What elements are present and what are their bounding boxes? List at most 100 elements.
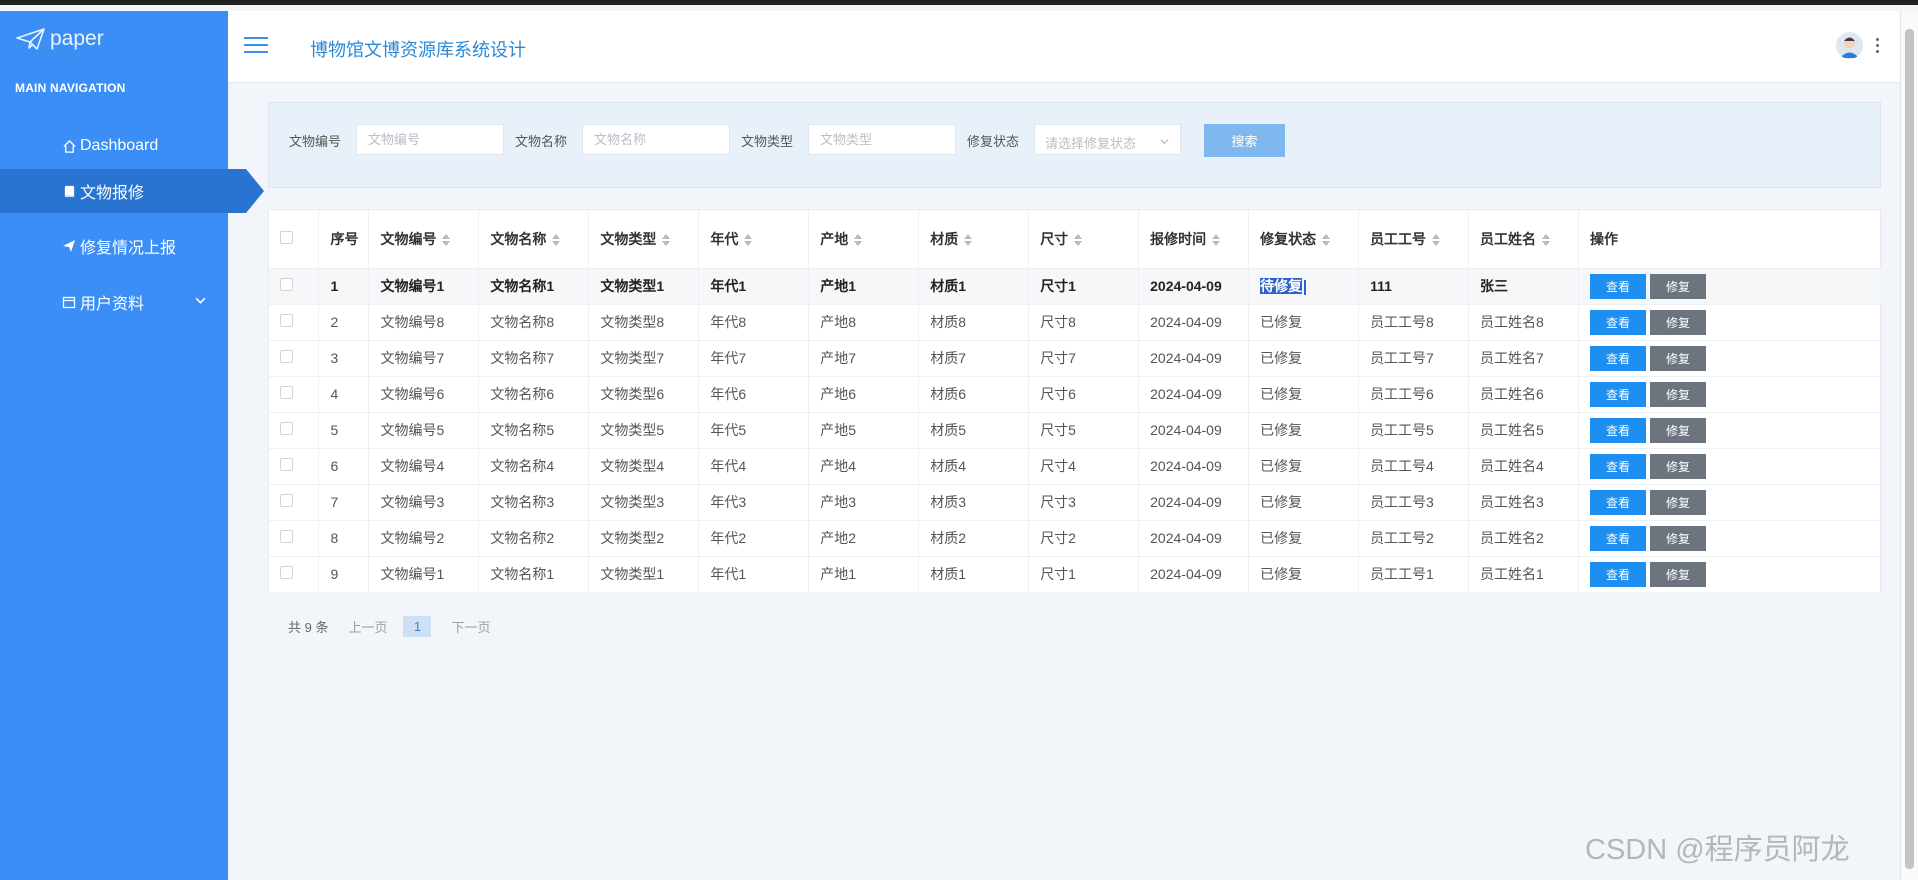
repair-button[interactable]: 修复: [1649, 525, 1706, 551]
row-checkbox[interactable]: [280, 494, 293, 507]
row-checkbox[interactable]: [280, 278, 293, 291]
table-cell: 2: [318, 304, 370, 341]
row-checkbox[interactable]: [280, 422, 293, 435]
table-cell: 年代4: [698, 448, 810, 485]
sort-icon[interactable]: [1542, 234, 1551, 247]
table-row[interactable]: 2 文物编号8 文物名称8 文物类型8 年代8 产地8 材质8 尺寸8 2024-04-09 已修…: [269, 304, 1883, 341]
table-cell: 材质2: [918, 520, 1030, 557]
row-checkbox[interactable]: [280, 458, 293, 471]
sort-icon[interactable]: [1322, 234, 1331, 247]
table-cell: 文物名称5: [478, 412, 590, 449]
col-header[interactable]: 文物名称: [478, 210, 590, 269]
avatar[interactable]: [1836, 32, 1863, 59]
search-button[interactable]: 搜索: [1204, 124, 1285, 157]
menu-toggle-icon[interactable]: [244, 37, 268, 55]
table-cell: 材质8: [918, 304, 1030, 341]
repair-button[interactable]: 修复: [1649, 345, 1706, 371]
nav-heading: MAIN NAVIGATION: [15, 81, 126, 95]
sort-icon[interactable]: [662, 234, 671, 247]
view-button[interactable]: 查看: [1589, 453, 1646, 479]
table-cell: 2024-04-09: [1138, 340, 1250, 377]
sidebar-item-dashboard[interactable]: Dashboard: [0, 124, 228, 168]
row-checkbox[interactable]: [280, 350, 293, 363]
view-button[interactable]: 查看: [1589, 381, 1646, 407]
actions-cell: 查看 修复: [1578, 340, 1883, 377]
repair-button[interactable]: 修复: [1649, 273, 1706, 299]
col-header[interactable]: 年代: [698, 210, 810, 269]
view-button[interactable]: 查看: [1589, 561, 1646, 587]
current-page-button[interactable]: 1: [403, 616, 432, 637]
table-row[interactable]: 8 文物编号2 文物名称2 文物类型2 年代2 产地2 材质2 尺寸2 2024-04-09 已修…: [269, 520, 1883, 557]
col-header[interactable]: 文物编号: [368, 210, 480, 269]
more-options-icon[interactable]: [1876, 38, 1879, 56]
repair-button[interactable]: 修复: [1649, 561, 1706, 587]
artifact-no-input[interactable]: [356, 124, 504, 155]
col-header[interactable]: 员工姓名: [1468, 210, 1579, 269]
col-header[interactable]: 文物类型: [588, 210, 700, 269]
repair-status-select[interactable]: 请选择修复状态: [1034, 124, 1181, 155]
table-row[interactable]: 4 文物编号6 文物名称6 文物类型6 年代6 产地6 材质6 尺寸6 2024-04-09 已修…: [269, 376, 1883, 413]
artifact-name-input[interactable]: [582, 124, 730, 155]
table-cell: 员工工号4: [1358, 448, 1470, 485]
sidebar-item-repair-report[interactable]: 修复情况上报: [0, 224, 228, 268]
sort-icon[interactable]: [442, 234, 451, 247]
repair-button[interactable]: 修复: [1649, 417, 1706, 443]
table-cell: 文物名称6: [478, 376, 590, 413]
sort-icon[interactable]: [1074, 234, 1083, 247]
sort-icon[interactable]: [744, 234, 753, 247]
paper-plane-icon: [16, 28, 45, 50]
table-cell: 文物名称4: [478, 448, 590, 485]
table-cell: 产地6: [808, 376, 920, 413]
view-button[interactable]: 查看: [1589, 525, 1646, 551]
col-header[interactable]: 报修时间: [1138, 210, 1250, 269]
table-cell: 年代2: [698, 520, 810, 557]
row-checkbox[interactable]: [280, 530, 293, 543]
sidebar-item-user-profile[interactable]: 用户资料: [0, 280, 228, 324]
row-checkbox[interactable]: [280, 566, 293, 579]
row-checkbox[interactable]: [280, 386, 293, 399]
table-row[interactable]: 5 文物编号5 文物名称5 文物类型5 年代5 产地5 材质5 尺寸5 2024-04-09 已修…: [269, 412, 1883, 449]
table-cell: 已修复: [1248, 448, 1360, 485]
repair-button[interactable]: 修复: [1649, 453, 1706, 479]
repair-button[interactable]: 修复: [1649, 381, 1706, 407]
artifact-type-input[interactable]: [808, 124, 956, 155]
sort-icon[interactable]: [1212, 234, 1221, 247]
page-scrollbar[interactable]: [1900, 11, 1918, 880]
scrollbar-thumb[interactable]: [1905, 29, 1914, 869]
repair-button[interactable]: 修复: [1649, 309, 1706, 335]
sidebar-item-artifact-repair[interactable]: 文物报修: [0, 169, 264, 213]
table-cell: 文物名称1: [478, 556, 590, 593]
table-row[interactable]: 9 文物编号1 文物名称1 文物类型1 年代1 产地1 材质1 尺寸1 2024-04-09 已修…: [269, 556, 1883, 593]
col-header[interactable]: 产地: [808, 210, 920, 269]
sort-icon[interactable]: [552, 234, 561, 247]
repair-status-placeholder: 请选择修复状态: [1045, 136, 1137, 151]
sort-icon[interactable]: [964, 234, 973, 247]
logo[interactable]: paper: [16, 27, 104, 51]
view-button[interactable]: 查看: [1589, 273, 1646, 299]
sort-icon[interactable]: [1432, 234, 1441, 247]
table-cell: 文物名称3: [478, 484, 590, 521]
repair-button[interactable]: 修复: [1649, 489, 1706, 515]
col-header[interactable]: 材质: [918, 210, 1030, 269]
view-button[interactable]: 查看: [1589, 309, 1646, 335]
table-row[interactable]: 3 文物编号7 文物名称7 文物类型7 年代7 产地7 材质7 尺寸7 2024-04-09 已修…: [269, 340, 1883, 377]
view-button[interactable]: 查看: [1589, 417, 1646, 443]
next-page-link[interactable]: 下一页: [451, 617, 490, 636]
table-cell: 年代8: [698, 304, 810, 341]
table-row[interactable]: 1 文物编号1 文物名称1 文物类型1 年代1 产地1 材质1 尺寸1 2024-04-09 待修…: [269, 268, 1883, 305]
view-button[interactable]: 查看: [1589, 345, 1646, 371]
prev-page-link[interactable]: 上一页: [348, 617, 387, 636]
actions-cell: 查看 修复: [1578, 412, 1883, 449]
sort-icon[interactable]: [854, 234, 863, 247]
table-row[interactable]: 6 文物编号4 文物名称4 文物类型4 年代4 产地4 材质4 尺寸4 2024-04-09 已修…: [269, 448, 1883, 485]
col-header[interactable]: 尺寸: [1028, 210, 1140, 269]
table-row[interactable]: 7 文物编号3 文物名称3 文物类型3 年代3 产地3 材质3 尺寸3 2024-04-09 已修…: [269, 484, 1883, 521]
select-all-checkbox[interactable]: [280, 230, 293, 244]
row-checkbox[interactable]: [280, 314, 293, 327]
col-header[interactable]: 修复状态: [1248, 210, 1360, 269]
row-select-cell: [269, 304, 320, 341]
col-header[interactable]: 员工工号: [1358, 210, 1470, 269]
table-cell: 文物名称1: [478, 268, 590, 305]
table-cell: 尺寸6: [1028, 376, 1140, 413]
view-button[interactable]: 查看: [1589, 489, 1646, 515]
